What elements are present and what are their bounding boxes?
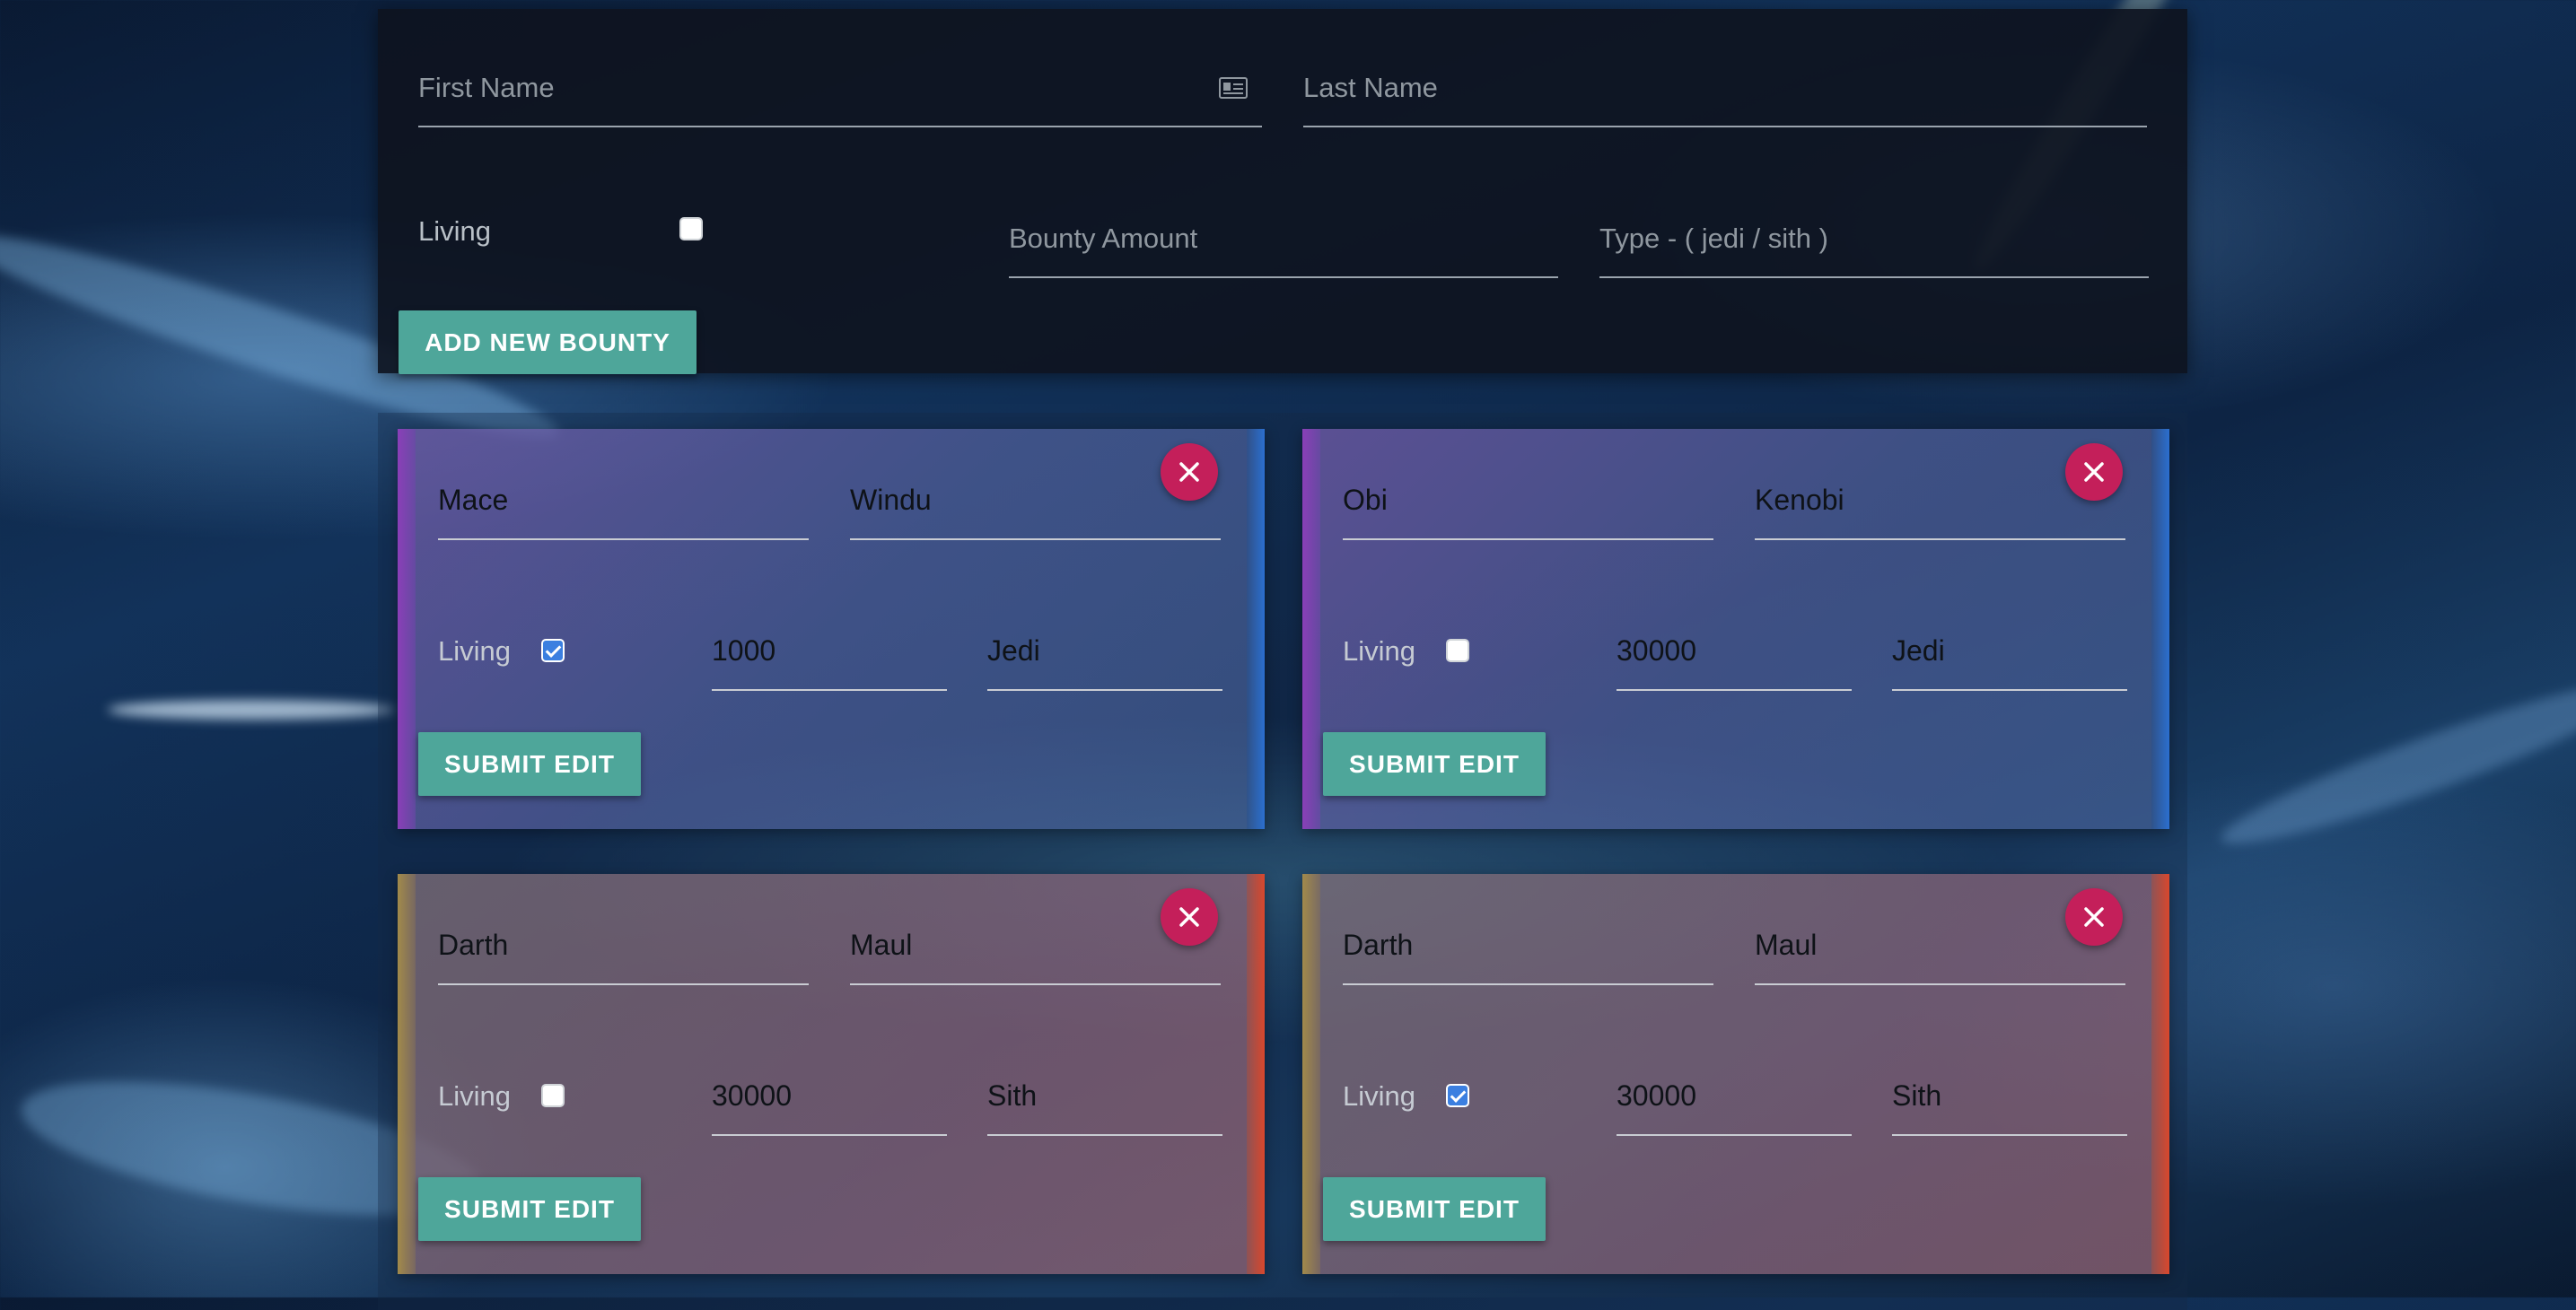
type-value: Jedi [1892,634,1945,667]
new-bounty-form: First Name Last Name Living Bounty Amoun… [378,9,2187,374]
bounty-amount-placeholder: Bounty Amount [1009,223,1198,254]
close-icon [2084,907,2104,927]
first-name-placeholder: First Name [418,72,555,103]
bounty-amount-input[interactable]: 1000 [712,617,947,691]
add-new-bounty-button[interactable]: ADD NEW BOUNTY [399,310,697,374]
card-accent-bar [2151,874,2169,1274]
last-name-value: Maul [850,929,913,961]
first-name-value: Obi [1343,484,1388,516]
submit-edit-button[interactable]: SUBMIT EDIT [1323,1177,1546,1241]
bounty-amount-value: 30000 [712,1079,792,1112]
type-input[interactable]: Sith [987,1062,1222,1136]
living-label: Living [1343,1080,1415,1112]
living-label: Living [1343,635,1415,667]
bounty-card: Darth Maul Living 30000 Sith SUBMIT EDIT [1302,874,2169,1274]
first-name-input[interactable]: Obi [1343,465,1713,540]
first-name-field[interactable]: First Name [418,45,1262,127]
background-streak [108,700,395,720]
close-icon [2084,462,2104,482]
background-streak [2212,660,2576,865]
card-accent-bar [1302,429,1320,829]
card-accent-bar [1247,874,1265,1274]
bounty-amount-value: 30000 [1617,634,1696,667]
living-label: Living [418,215,491,247]
last-name-placeholder: Last Name [1303,72,1438,103]
type-value: Jedi [987,634,1040,667]
delete-button[interactable] [1161,443,1218,501]
last-name-value: Windu [850,484,932,516]
bounty-amount-value: 30000 [1617,1079,1696,1112]
living-checkbox[interactable] [1446,1084,1469,1107]
living-label: Living [438,1080,511,1112]
living-checkbox[interactable] [541,1084,565,1107]
card-accent-bar [1247,429,1265,829]
living-checkbox[interactable] [541,639,565,662]
first-name-value: Darth [1343,929,1414,961]
type-placeholder: Type - ( jedi / sith ) [1599,223,1828,254]
last-name-value: Maul [1755,929,1818,961]
card-accent-bar [398,874,416,1274]
bounty-amount-input[interactable]: 30000 [1617,1062,1852,1136]
last-name-field[interactable]: Last Name [1303,45,2147,127]
type-input[interactable]: Jedi [987,617,1222,691]
bounty-card: Obi Kenobi Living 30000 Jedi SUBMIT EDIT [1302,429,2169,829]
first-name-input[interactable]: Darth [1343,910,1713,985]
living-checkbox[interactable] [1446,639,1469,662]
submit-edit-button[interactable]: SUBMIT EDIT [418,1177,641,1241]
delete-button[interactable] [2065,443,2123,501]
delete-button[interactable] [1161,888,1218,946]
bounty-amount-field[interactable]: Bounty Amount [1009,197,1558,278]
first-name-value: Darth [438,929,509,961]
id-card-icon [1219,77,1248,99]
card-accent-bar [1302,874,1320,1274]
bounty-amount-input[interactable]: 30000 [712,1062,947,1136]
bounty-card: Darth Maul Living 30000 Sith SUBMIT EDIT [398,874,1265,1274]
type-field[interactable]: Type - ( jedi / sith ) [1599,197,2149,278]
last-name-value: Kenobi [1755,484,1844,516]
submit-edit-button[interactable]: SUBMIT EDIT [418,732,641,796]
close-icon [1179,462,1199,482]
type-value: Sith [987,1079,1038,1112]
first-name-input[interactable]: Mace [438,465,809,540]
submit-edit-button[interactable]: SUBMIT EDIT [1323,732,1546,796]
bounty-amount-value: 1000 [712,634,776,667]
bounty-amount-input[interactable]: 30000 [1617,617,1852,691]
living-checkbox[interactable] [679,217,703,240]
bounty-card: Mace Windu Living 1000 Jedi SUBMIT EDIT [398,429,1265,829]
living-label: Living [438,635,511,667]
type-input[interactable]: Sith [1892,1062,2127,1136]
delete-button[interactable] [2065,888,2123,946]
type-value: Sith [1892,1079,1942,1112]
card-accent-bar [398,429,416,829]
first-name-input[interactable]: Darth [438,910,809,985]
card-accent-bar [2151,429,2169,829]
type-input[interactable]: Jedi [1892,617,2127,691]
close-icon [1179,907,1199,927]
first-name-value: Mace [438,484,509,516]
